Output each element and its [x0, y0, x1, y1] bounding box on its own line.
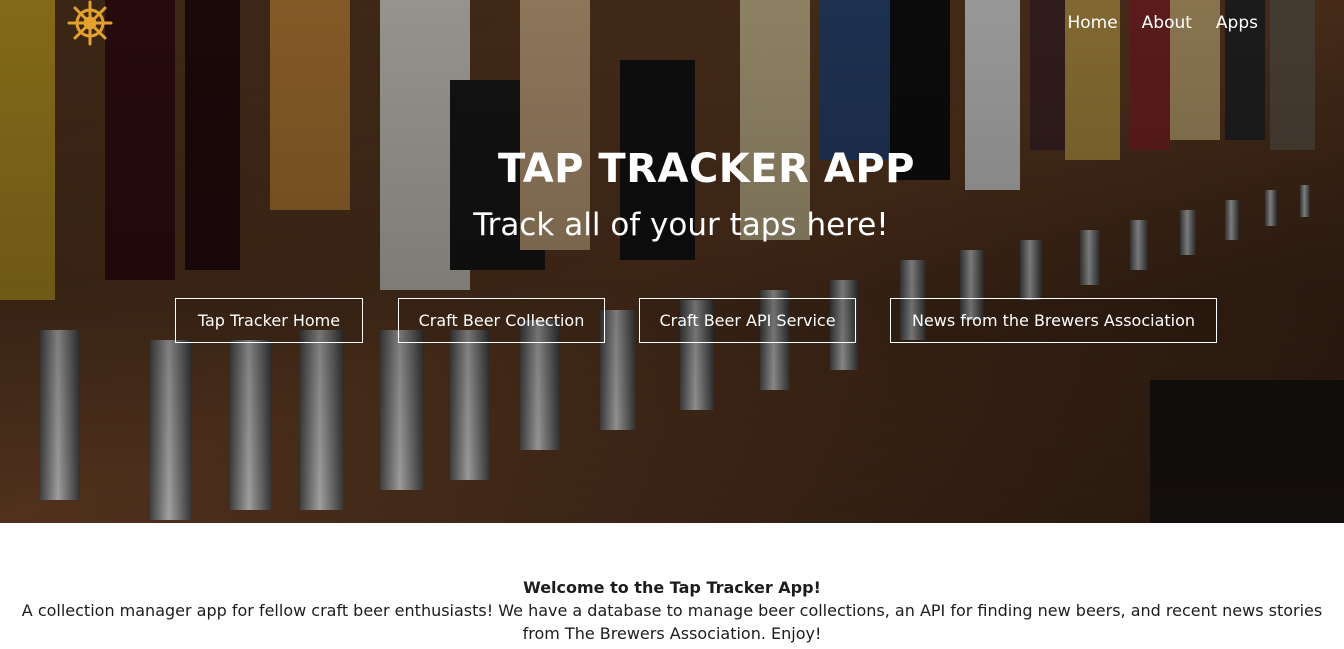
welcome-section: Welcome to the Tap Tracker App! A collec…: [0, 576, 1344, 645]
hero-banner: Home About Apps TAP TRACKER APP Track al…: [0, 0, 1344, 523]
nav-link-apps[interactable]: Apps: [1216, 12, 1258, 34]
ship-wheel-icon[interactable]: [66, 0, 114, 46]
welcome-description: A collection manager app for fellow craf…: [21, 601, 1323, 643]
tap-tracker-home-button[interactable]: Tap Tracker Home: [175, 298, 363, 343]
hero-subtitle: Track all of your taps here!: [473, 207, 889, 243]
nav-link-about[interactable]: About: [1142, 12, 1192, 34]
nav-link-home[interactable]: Home: [1067, 12, 1117, 34]
craft-beer-collection-button[interactable]: Craft Beer Collection: [398, 298, 605, 343]
welcome-title: Welcome to the Tap Tracker App!: [523, 578, 821, 597]
brewers-association-news-button[interactable]: News from the Brewers Association: [890, 298, 1217, 343]
craft-beer-api-service-button[interactable]: Craft Beer API Service: [639, 298, 856, 343]
hero-title: TAP TRACKER APP: [498, 146, 915, 192]
hero-dark-overlay: [0, 0, 1344, 523]
top-navigation: Home About Apps: [1067, 12, 1258, 34]
